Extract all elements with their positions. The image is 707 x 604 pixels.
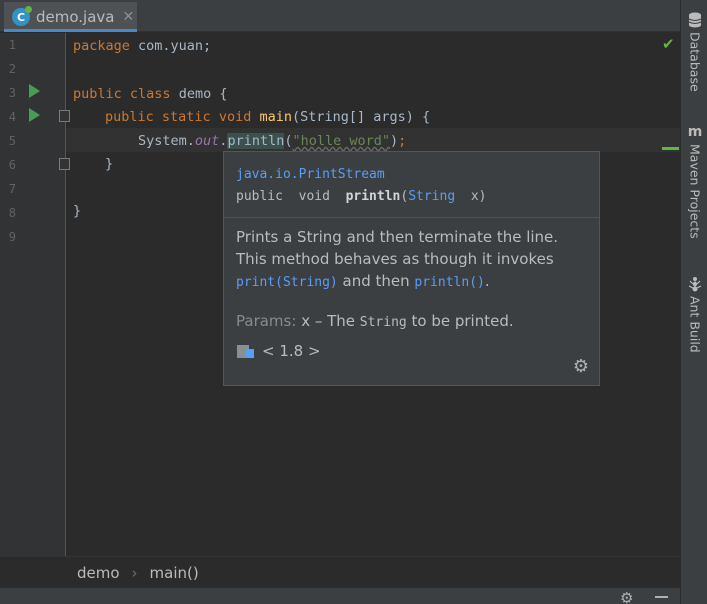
method-name: main [259,109,293,125]
database-label: Database [687,32,703,92]
library-icon [236,343,256,359]
breadcrumb: demo › main() [0,556,680,588]
run-main-icon[interactable] [29,108,40,122]
tool-window-ant[interactable]: Ant Build [685,276,705,353]
param-name: x [301,312,311,330]
java-class-icon: C [12,6,32,26]
popup-sdk: < 1.8 > [236,340,587,362]
param-desc-rest: to be printed. [406,312,514,330]
fold-icon[interactable] [59,158,70,170]
desc-dot: . [484,272,490,290]
bottom-toolbar: ⚙ [0,588,680,604]
keyword: static [161,109,211,125]
database-icon [688,12,702,28]
keyword: class [129,86,171,102]
package-name: com.yuan; [129,38,212,54]
breadcrumb-method[interactable]: main() [150,564,199,582]
fold-icon[interactable] [59,110,70,122]
signature-param-type[interactable]: String [408,189,455,204]
editor-gutter: 1 2 3 4 5 6 7 8 9 [0,33,70,556]
signature-method-name: println [345,189,401,204]
editor-tab-bar: C demo.java ✕ [0,0,680,32]
popup-signature: public void println(String x) [236,186,587,208]
line-number: 9 [8,230,16,244]
field-out: out [194,133,220,149]
line-number: 3 [8,86,16,100]
method-params: (String[] args) { [292,109,431,125]
line-number: 5 [8,134,16,148]
desc-and: and then [337,272,415,290]
tab-demo-java[interactable]: C demo.java ✕ [4,2,137,32]
paren: ) [390,133,399,149]
run-class-icon[interactable] [29,84,40,98]
code-line-3: public class demo { [73,82,227,106]
settings-gear-icon[interactable]: ⚙ [620,589,633,604]
minimize-icon[interactable] [655,596,668,598]
quick-documentation-popup: java.io.PrintStream public void println(… [223,151,600,386]
inspection-ok-icon[interactable]: ✔ [662,35,675,53]
maven-icon: m [687,124,703,140]
line-number: 8 [8,206,16,220]
params-label: Params: [236,312,297,330]
chevron-right-icon: › [131,563,138,582]
code-line-5: System.out.println("holle word"); [138,129,406,153]
system-ref: System. [138,133,195,149]
popup-desc-line3: print(String) and then println(). [236,270,587,292]
right-tool-strip: Database m Maven Projects Ant Build [680,0,707,604]
line-number: 4 [8,110,16,124]
signature-modifiers: public void [236,189,346,204]
line-number: 2 [8,62,16,76]
tool-window-database[interactable]: Database [685,12,705,92]
link-println[interactable]: println() [414,275,484,290]
println-call: println [227,133,285,149]
tab-label: demo.java [36,8,115,26]
param-type: String [359,315,407,330]
popup-header: java.io.PrintStream public void println(… [224,152,599,218]
keyword: public [73,86,122,102]
popup-body: Prints a String and then terminate the l… [224,218,599,362]
gear-icon[interactable]: ⚙ [573,356,589,377]
keyword: void [218,109,252,125]
code-line-4: public static void main(String[] args) { [105,105,430,129]
code-line-8: } [73,203,82,219]
keyword: package [73,38,130,54]
keyword: public [105,109,154,125]
line-number: 6 [8,158,16,172]
code-line-1: package com.yuan; [73,34,211,58]
ant-icon [688,277,702,292]
breadcrumb-class[interactable]: demo [77,564,120,582]
maven-label: Maven Projects [687,144,703,239]
link-print-string[interactable]: print(String) [236,275,338,290]
semicolon: ; [398,133,407,149]
string-literal: "holle word" [292,133,391,149]
code-line-6: } [105,156,114,172]
line-number: 7 [8,182,16,196]
close-icon[interactable]: ✕ [122,9,134,25]
sdk-version: < 1.8 > [262,342,321,360]
ant-label: Ant Build [687,296,703,353]
line-number: 1 [8,38,16,52]
scrollbar-marker [662,147,679,150]
popup-package[interactable]: java.io.PrintStream [236,164,587,186]
popup-desc-line1: Prints a String and then terminate the l… [236,228,559,246]
tool-window-maven[interactable]: m Maven Projects [685,124,705,239]
param-desc: – The [310,312,360,330]
popup-params: Params: x – The String to be printed. [236,310,587,332]
class-name: demo { [170,86,228,102]
signature-param-name: x) [455,189,487,204]
popup-desc-line2: This method behaves as though it invokes [236,250,554,268]
